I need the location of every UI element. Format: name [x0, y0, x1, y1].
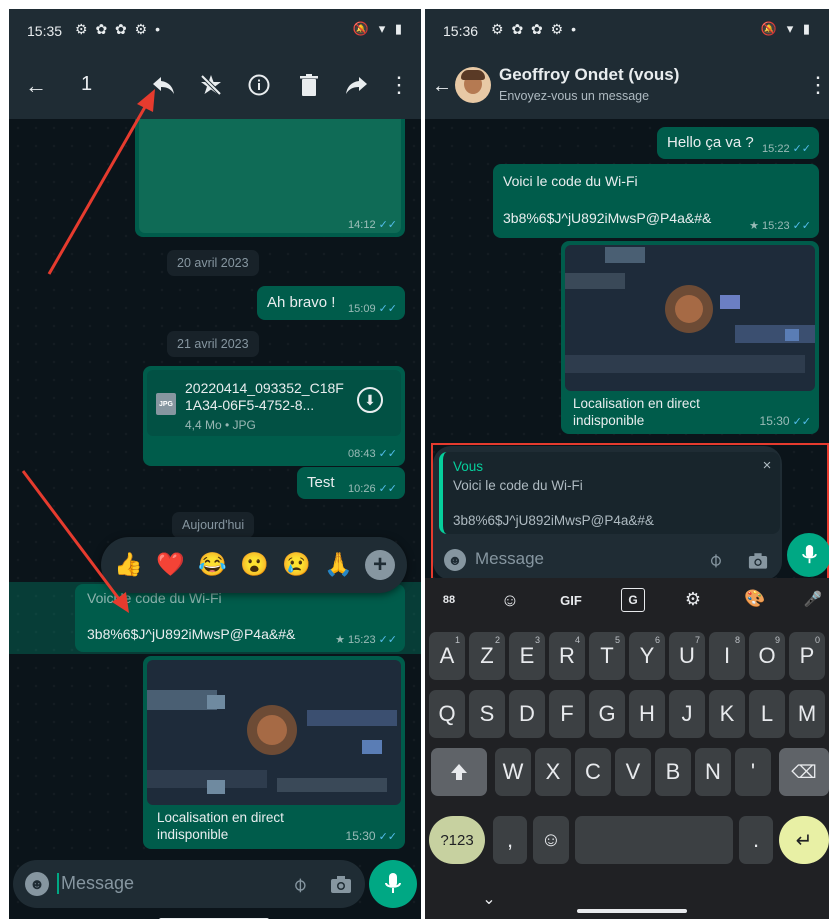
- key-n[interactable]: N: [695, 748, 731, 796]
- apps-grid-icon[interactable]: 88: [437, 588, 461, 612]
- key-o[interactable]: O9: [749, 632, 785, 680]
- text-message[interactable]: Hello ça va ? 15:22 ✓✓: [657, 127, 819, 159]
- key-t[interactable]: T5: [589, 632, 625, 680]
- key-y[interactable]: Y6: [629, 632, 665, 680]
- virtual-keyboard: 88 ☺ GIF G ⚙ 🎨 🎤 A1Z2E3R4T5Y6U7I8O9P0 QS…: [425, 578, 829, 919]
- key-s[interactable]: S: [469, 690, 505, 738]
- shift-key[interactable]: [431, 748, 487, 796]
- settings-gear-icon[interactable]: ⚙: [681, 587, 705, 611]
- message-input[interactable]: Message: [475, 549, 544, 569]
- status-time: 15:36: [443, 23, 479, 39]
- key-apostrophe[interactable]: ': [735, 748, 771, 796]
- message-code: 3b8%6$J^jU892iMwsP@P4a&#&: [503, 210, 712, 226]
- message-text: Hello ça va ?: [667, 134, 754, 151]
- reply-composer: Vous Voici le code du Wi-Fi 3b8%6$J^jU89…: [433, 446, 782, 580]
- key-p[interactable]: P0: [789, 632, 825, 680]
- period-key[interactable]: .: [739, 816, 773, 864]
- gif-button[interactable]: GIF: [553, 589, 589, 611]
- key-d[interactable]: D: [509, 690, 545, 738]
- voice-record-button[interactable]: [787, 533, 829, 577]
- hide-keyboard-icon[interactable]: ⌄: [477, 890, 501, 908]
- key-c[interactable]: C: [575, 748, 611, 796]
- system-icons: 🔕 ▾ ▮: [760, 21, 813, 36]
- key-q[interactable]: Q: [429, 690, 465, 738]
- key-hint: 6: [654, 635, 660, 645]
- key-hint: 0: [814, 635, 820, 645]
- right-screenshot: 15:36 ⚙ ✿ ✿ ⚙ • 🔕 ▾ ▮ ← Geoffroy Ondet (…: [425, 9, 829, 919]
- contact-subtitle: Envoyez-vous un message: [499, 89, 650, 103]
- symbols-key[interactable]: ?123: [429, 816, 485, 864]
- key-u[interactable]: U7: [669, 632, 705, 680]
- theme-palette-icon[interactable]: 🎨: [743, 587, 767, 611]
- message-time: 15:22 ✓✓: [762, 143, 811, 155]
- gesture-bar: [577, 909, 687, 913]
- key-hint: 1: [454, 635, 460, 645]
- map-preview-blurred: [565, 245, 815, 391]
- camera-icon[interactable]: [746, 550, 770, 570]
- quoted-author: Vous: [453, 459, 484, 474]
- emoji-icon[interactable]: ☻: [444, 549, 466, 571]
- keyboard-toolbar: 88 ☺ GIF G ⚙ 🎨 🎤: [425, 578, 829, 622]
- key-m[interactable]: M: [789, 690, 825, 738]
- chat-header: ← Geoffroy Ondet (vous) Envoyez-vous un …: [425, 51, 829, 119]
- notification-icons: ⚙ ✿ ✿ ⚙ •: [491, 21, 579, 37]
- sticker-icon[interactable]: ☺: [497, 587, 523, 613]
- emoji-key[interactable]: ☺: [533, 816, 569, 864]
- quoted-code: 3b8%6$J^jU892iMwsP@P4a&#&: [453, 513, 654, 528]
- key-x[interactable]: X: [535, 748, 571, 796]
- annotation-arrows: [21, 89, 155, 613]
- key-h[interactable]: H: [629, 690, 665, 738]
- key-hint: 5: [614, 635, 620, 645]
- message-time: 15:30 ✓✓: [759, 414, 811, 428]
- location-status: Localisation en direct: [573, 396, 700, 411]
- quoted-text: Voici le code du Wi-Fi: [453, 478, 583, 493]
- key-hint: 9: [774, 635, 780, 645]
- left-screenshot: 15:35 ⚙ ✿ ✿ ⚙ • 🔕 ▾ ▮ ← 1 ⋮ 14:12 ✓✓ 20 a…: [9, 9, 421, 919]
- wifi-code-message[interactable]: Voici le code du Wi-Fi 3b8%6$J^jU892iMws…: [493, 164, 819, 238]
- key-v[interactable]: V: [615, 748, 651, 796]
- enter-key[interactable]: ↵: [779, 816, 829, 864]
- location-status-line2: indisponible: [573, 413, 645, 428]
- key-hint: 8: [734, 635, 740, 645]
- key-a[interactable]: A1: [429, 632, 465, 680]
- key-hint: 3: [534, 635, 540, 645]
- key-e[interactable]: E3: [509, 632, 545, 680]
- close-reply-icon[interactable]: ×: [759, 457, 775, 474]
- key-l[interactable]: L: [749, 690, 785, 738]
- key-z[interactable]: Z2: [469, 632, 505, 680]
- key-k[interactable]: K: [709, 690, 745, 738]
- attach-icon[interactable]: ⌀: [698, 543, 732, 577]
- back-arrow-icon[interactable]: ←: [431, 73, 453, 99]
- mic-icon[interactable]: 🎤: [801, 587, 825, 611]
- translate-icon[interactable]: G: [621, 588, 645, 612]
- quoted-message[interactable]: Vous Voici le code du Wi-Fi 3b8%6$J^jU89…: [439, 452, 780, 534]
- comma-key[interactable]: ,: [493, 816, 527, 864]
- message-text: Voici le code du Wi-Fi: [503, 173, 638, 189]
- key-r[interactable]: R4: [549, 632, 585, 680]
- backspace-key[interactable]: ⌫: [779, 748, 829, 796]
- avatar[interactable]: [455, 67, 491, 103]
- key-g[interactable]: G: [589, 690, 625, 738]
- key-j[interactable]: J: [669, 690, 705, 738]
- space-key[interactable]: [575, 816, 733, 864]
- key-hint: 4: [574, 635, 580, 645]
- more-options-icon[interactable]: ⋮: [807, 71, 829, 99]
- location-message[interactable]: Localisation en direct indisponible 15:3…: [561, 241, 819, 434]
- key-hint: 2: [494, 635, 500, 645]
- key-f[interactable]: F: [549, 690, 585, 738]
- key-hint: 7: [694, 635, 700, 645]
- contact-name[interactable]: Geoffroy Ondet (vous): [499, 65, 679, 85]
- key-w[interactable]: W: [495, 748, 531, 796]
- status-bar: 15:36 ⚙ ✿ ✿ ⚙ • 🔕 ▾ ▮: [425, 9, 829, 51]
- key-i[interactable]: I8: [709, 632, 745, 680]
- key-b[interactable]: B: [655, 748, 691, 796]
- message-time: ★ 15:23 ✓✓: [749, 220, 811, 232]
